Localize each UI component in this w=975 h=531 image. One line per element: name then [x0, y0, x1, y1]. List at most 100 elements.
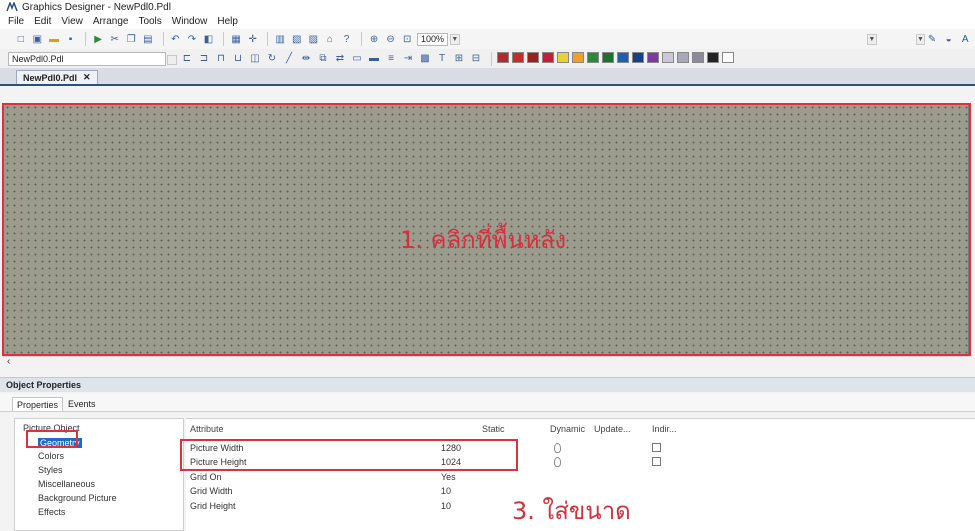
- tree-item-miscellaneous[interactable]: Miscellaneous: [38, 479, 95, 489]
- size-annotation: 3. ใส่ขนาด: [512, 497, 631, 525]
- chevron-down-icon[interactable]: ▼: [450, 33, 460, 45]
- title-bar: Graphics Designer - NewPdl0.Pdl: [0, 0, 975, 14]
- print-icon[interactable]: ◧: [202, 32, 216, 46]
- cut-icon[interactable]: ✂: [108, 32, 122, 46]
- rotate-icon[interactable]: ↻: [265, 52, 279, 66]
- bring-front-icon[interactable]: ▬: [367, 52, 381, 66]
- tree-item-effects[interactable]: Effects: [38, 507, 65, 517]
- color-swatch[interactable]: [527, 51, 539, 63]
- color-swatch[interactable]: [497, 51, 509, 63]
- color-swatch[interactable]: [707, 51, 719, 63]
- align-left-icon[interactable]: ⊏: [180, 52, 194, 66]
- properties-icon[interactable]: ▧: [290, 32, 304, 46]
- menu-bar: File Edit View Arrange Tools Window Help: [0, 14, 975, 29]
- line-style-icon[interactable]: ╱: [282, 52, 296, 66]
- indirect-checkbox[interactable]: [652, 457, 661, 466]
- color-swatch[interactable]: [587, 51, 599, 63]
- color-swatch[interactable]: [632, 51, 644, 63]
- line-end-icon[interactable]: ⇥: [401, 52, 415, 66]
- zoom-fit-icon[interactable]: ⊡: [400, 32, 414, 46]
- zoom-combo[interactable]: 100%: [416, 32, 449, 46]
- toolbar-separator: [85, 32, 87, 46]
- zoom-out-icon[interactable]: ⊖: [384, 32, 398, 46]
- color-swatch[interactable]: [677, 51, 689, 63]
- tree-item-colors[interactable]: Colors: [38, 451, 64, 461]
- color-swatch[interactable]: [557, 51, 569, 63]
- new-picture-icon[interactable]: ▣: [31, 32, 45, 46]
- redo-icon[interactable]: ↷: [185, 32, 199, 46]
- color-swatch[interactable]: [662, 51, 674, 63]
- toolbar-separator: [223, 32, 225, 46]
- attribute-grid: Attribute Static Dynamic Update... Indir…: [180, 418, 975, 531]
- menu-edit[interactable]: Edit: [34, 16, 51, 27]
- color-swatch[interactable]: [512, 51, 524, 63]
- indirect-checkbox[interactable]: [652, 443, 661, 452]
- snap-to-grid-icon[interactable]: ✛: [246, 32, 260, 46]
- grid-icon[interactable]: ▦: [229, 32, 243, 46]
- close-icon[interactable]: ✕: [83, 72, 91, 83]
- color-swatch[interactable]: [617, 51, 629, 63]
- standard-toolbar: □ ▣ ▬ ▪ ▶ ✂ ❐ ▤ ↶ ↷ ◧ ▦ ✛ ▥ ▧ ▨ ⌂ ? ⊕ ⊖ …: [0, 29, 975, 49]
- line-width-icon[interactable]: ≡: [384, 52, 398, 66]
- help-cursor-icon[interactable]: ?: [340, 32, 354, 46]
- fill-pattern-icon[interactable]: ▩: [418, 52, 432, 66]
- zoom-in-icon[interactable]: ⊕: [367, 32, 381, 46]
- runtime-play-icon[interactable]: ▶: [91, 32, 105, 46]
- window-object-icon[interactable]: ⊞: [452, 52, 466, 66]
- align-top-icon[interactable]: ⊓: [214, 52, 228, 66]
- copy-icon[interactable]: ❐: [124, 32, 138, 46]
- tab-events[interactable]: Events: [64, 397, 100, 411]
- tab-newpdl0[interactable]: NewPdl0.Pdl ✕: [16, 70, 98, 84]
- same-size-icon[interactable]: ◫: [248, 52, 262, 66]
- distribute-icon[interactable]: ⇹: [299, 52, 313, 66]
- group-icon[interactable]: ⧉: [316, 52, 330, 66]
- font-color-icon[interactable]: A: [958, 32, 972, 46]
- color-swatch[interactable]: [692, 51, 704, 63]
- save-icon[interactable]: ▪: [64, 32, 78, 46]
- menu-help[interactable]: Help: [217, 16, 238, 27]
- tree-item-background-picture[interactable]: Background Picture: [38, 493, 117, 503]
- scroll-left-icon[interactable]: ‹: [7, 356, 10, 367]
- picture-selector[interactable]: NewPdl0.Pdl: [8, 51, 177, 66]
- line-color-icon[interactable]: ✎: [925, 32, 939, 46]
- paste-icon[interactable]: ▤: [141, 32, 155, 46]
- color-swatch[interactable]: [722, 51, 734, 63]
- dynamic-bulb-icon[interactable]: [554, 457, 561, 467]
- row-static-value[interactable]: Yes: [441, 472, 456, 482]
- menu-file[interactable]: File: [8, 16, 24, 27]
- menu-tools[interactable]: Tools: [138, 16, 161, 27]
- horizontal-scrollbar[interactable]: ‹: [3, 356, 969, 368]
- open-folder-icon[interactable]: ▬: [47, 32, 61, 46]
- font-size-arrow-icon[interactable]: ▼: [915, 33, 926, 45]
- menu-arrange[interactable]: Arrange: [93, 16, 129, 27]
- dynamic-bulb-icon[interactable]: [554, 443, 561, 453]
- tab-properties[interactable]: Properties: [12, 397, 64, 411]
- color-swatch[interactable]: [572, 51, 584, 63]
- table-row[interactable]: Grid On Yes: [186, 470, 975, 484]
- row-attribute: Grid Height: [190, 501, 236, 511]
- tree-item-styles[interactable]: Styles: [38, 465, 63, 475]
- button-object-icon[interactable]: ⊟: [469, 52, 483, 66]
- row-attribute: Grid Width: [190, 486, 233, 496]
- menu-window[interactable]: Window: [172, 16, 208, 27]
- undo-icon[interactable]: ↶: [169, 32, 183, 46]
- new-file-icon[interactable]: □: [14, 32, 28, 46]
- row-static-value[interactable]: 10: [441, 501, 451, 511]
- layers-icon[interactable]: ▥: [273, 32, 287, 46]
- align-bottom-icon[interactable]: ⊔: [231, 52, 245, 66]
- row-static-value[interactable]: 10: [441, 486, 451, 496]
- col-static: Static: [482, 424, 505, 434]
- toolbar-separator: [491, 51, 492, 66]
- color-swatch[interactable]: [602, 51, 614, 63]
- mirror-icon[interactable]: ⇄: [333, 52, 347, 66]
- menu-view[interactable]: View: [61, 16, 83, 27]
- library-icon[interactable]: ▨: [307, 32, 321, 46]
- color-swatch[interactable]: [647, 51, 659, 63]
- align-center-icon[interactable]: ⊐: [197, 52, 211, 66]
- color-swatch[interactable]: [542, 51, 554, 63]
- home-icon[interactable]: ⌂: [323, 32, 337, 46]
- fill-color-icon[interactable]: ◒: [942, 32, 956, 46]
- font-combo-arrow-icon[interactable]: ▼: [867, 33, 877, 45]
- text-icon[interactable]: T: [435, 52, 449, 66]
- send-back-icon[interactable]: ▭: [350, 52, 364, 66]
